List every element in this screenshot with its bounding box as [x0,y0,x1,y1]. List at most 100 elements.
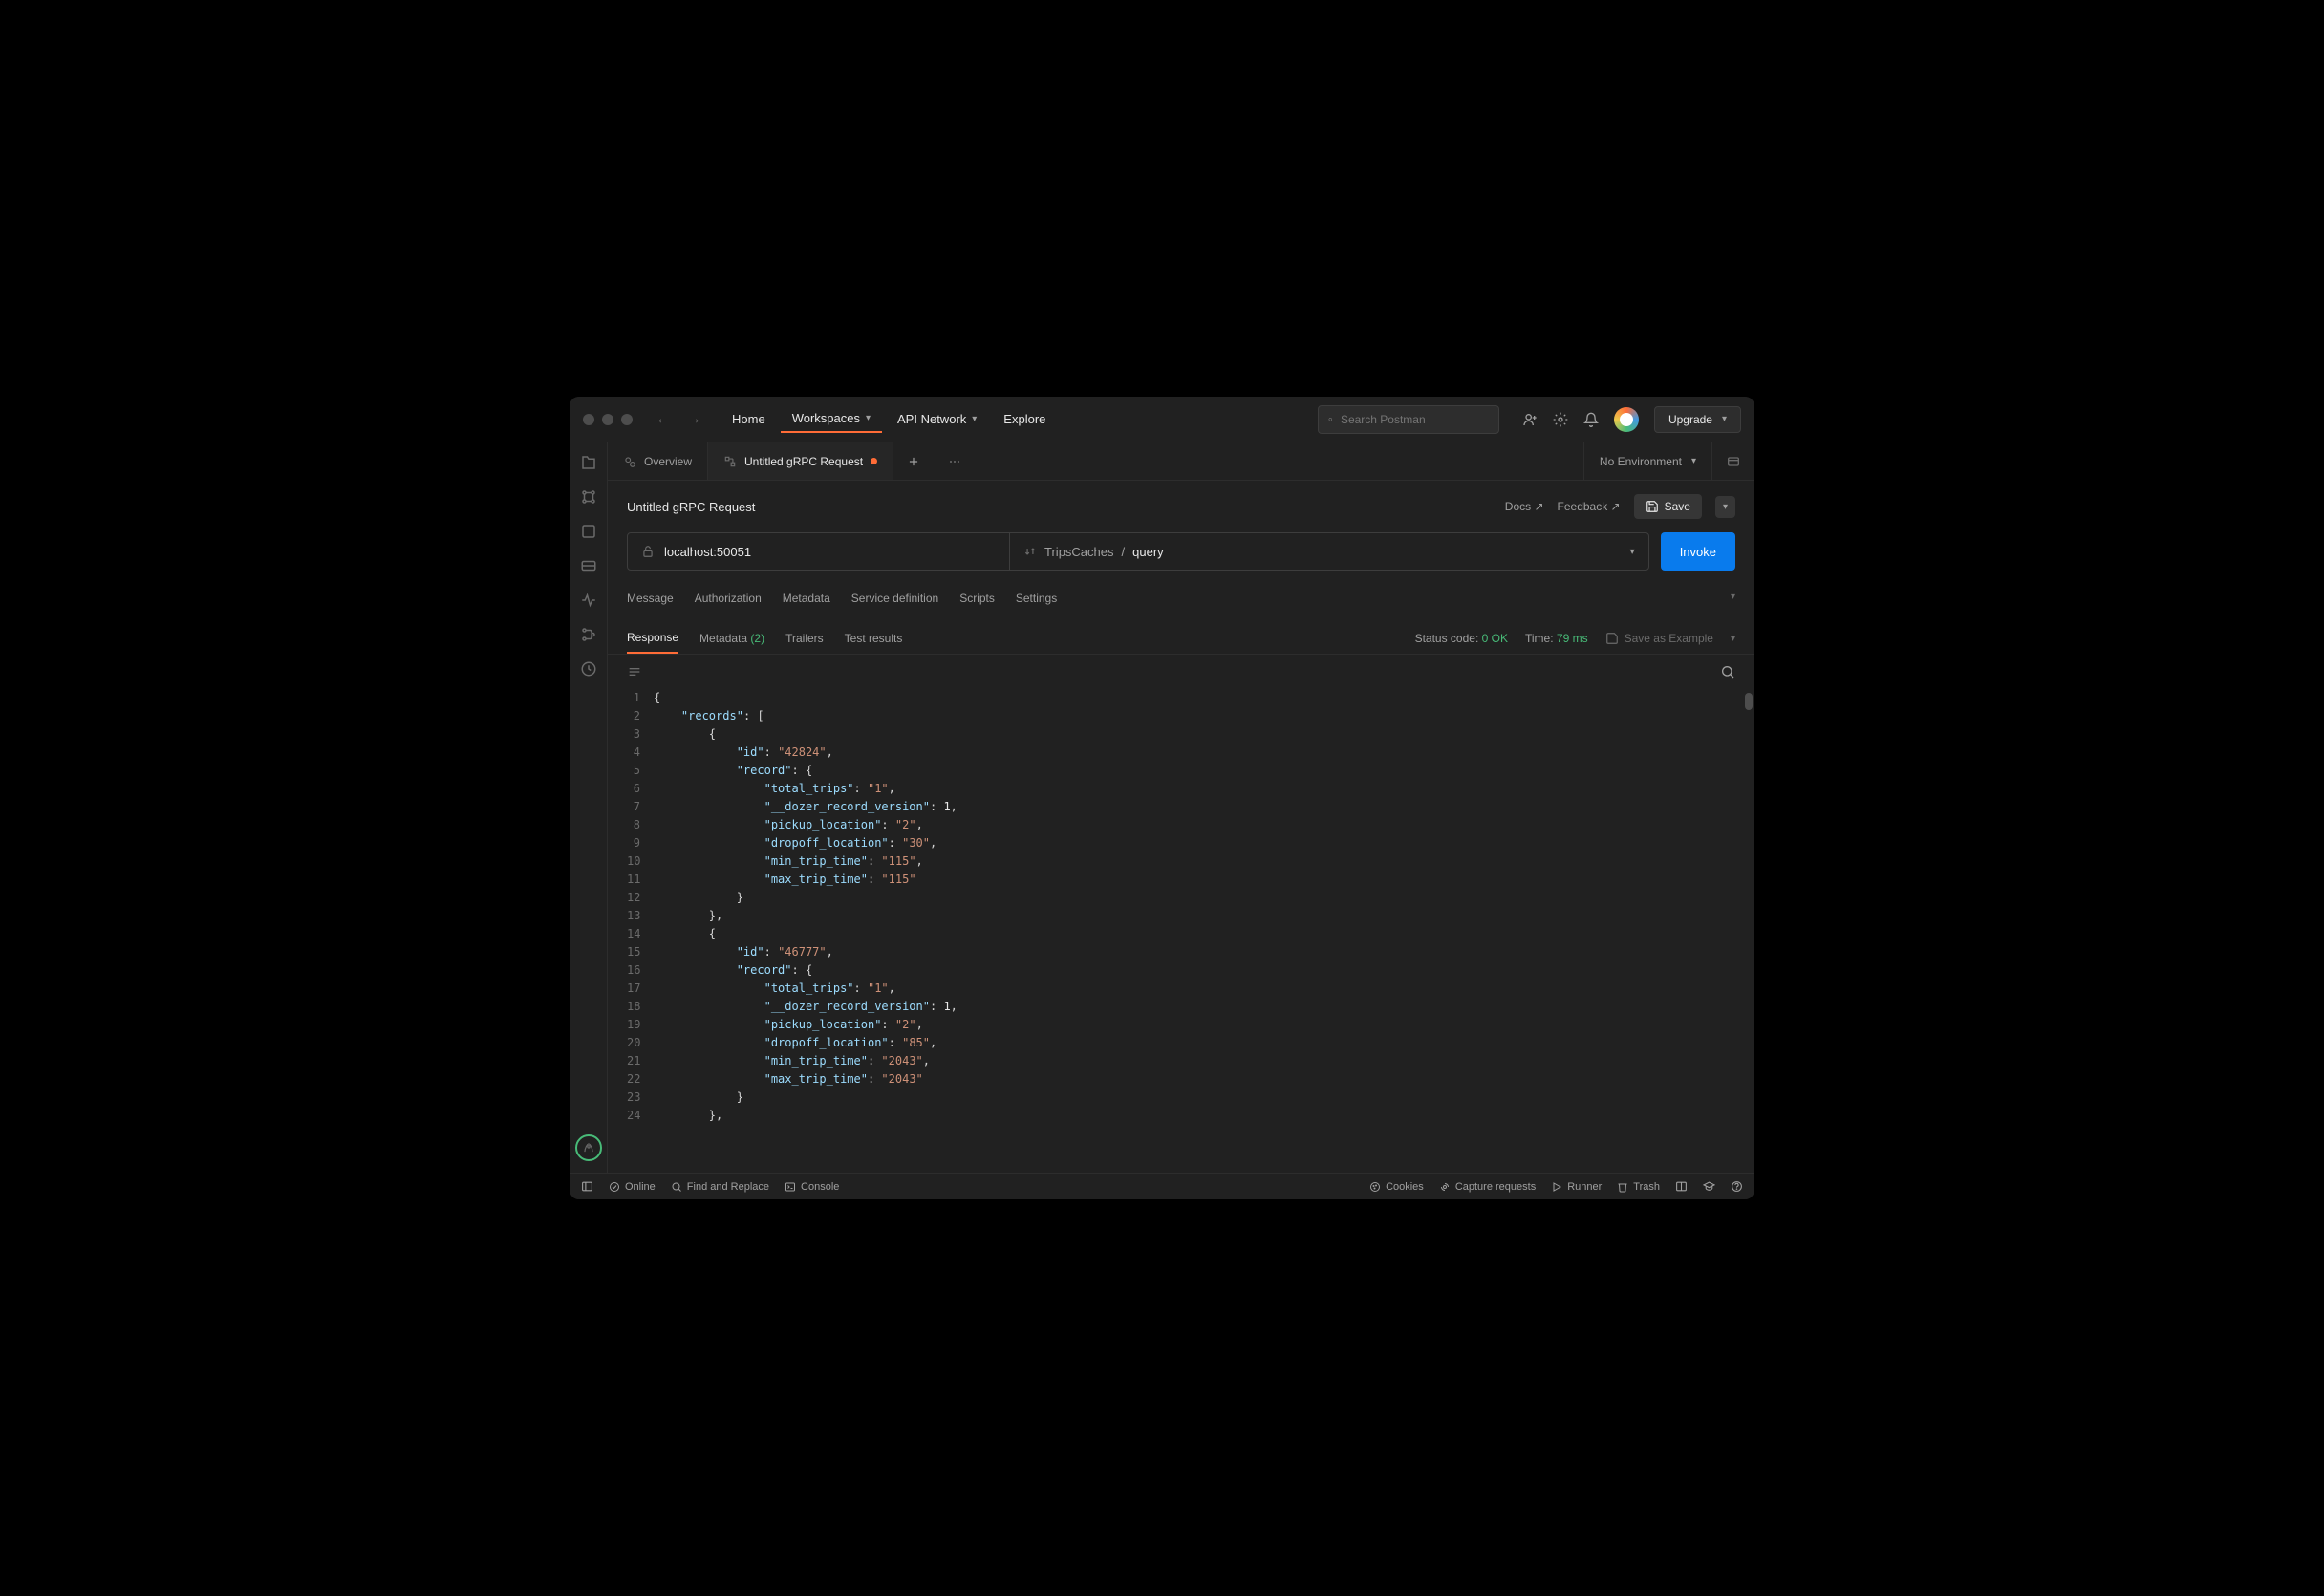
tab-settings[interactable]: Settings [1016,582,1057,615]
response-body[interactable]: 1{2 "records": [3 {4 "id": "42824",5 "re… [608,689,1754,1173]
tab-response-metadata[interactable]: Metadata (2) [699,624,764,653]
method-name: query [1132,545,1164,559]
settings-icon[interactable] [1553,412,1568,427]
code-line: 8 "pickup_location": "2", [627,816,1735,834]
help-icon[interactable] [1731,1180,1743,1193]
code-line: 5 "record": { [627,762,1735,780]
minimize-window[interactable] [602,414,613,425]
nav-home[interactable]: Home [721,405,777,433]
online-label: Online [625,1181,656,1193]
server-url-input[interactable]: localhost:50051 [628,533,1010,570]
save-label: Save [1665,500,1690,513]
tab-authorization[interactable]: Authorization [695,582,762,615]
method-selector[interactable]: TripsCaches / query ▾ [1010,533,1648,570]
flows-icon[interactable] [580,626,597,643]
wrap-lines-icon[interactable] [627,664,642,679]
cookies-button[interactable]: Cookies [1369,1181,1424,1193]
close-window[interactable] [583,414,594,425]
code-line: 13 }, [627,907,1735,925]
notifications-icon[interactable] [1583,412,1599,427]
runner-button[interactable]: Runner [1551,1181,1602,1193]
trash-button[interactable]: Trash [1617,1181,1660,1193]
code-line: 7 "__dozer_record_version": 1, [627,798,1735,816]
tab-metadata[interactable]: Metadata [783,582,830,615]
tab-trailers[interactable]: Trailers [785,624,824,653]
environment-quicklook[interactable] [1711,442,1754,480]
nav-explore[interactable]: Explore [992,405,1057,433]
monitors-icon[interactable] [580,592,597,609]
tab-overview-label: Overview [644,455,692,468]
tab-scripts[interactable]: Scripts [959,582,995,615]
request-tabs-expand[interactable]: ▾ [1731,582,1735,615]
history-icon[interactable] [580,660,597,678]
sidebar-bottom [575,1134,602,1161]
tab-service-definition[interactable]: Service definition [851,582,938,615]
response-metadata-label: Metadata [699,632,750,645]
code-line: 10 "min_trip_time": "115", [627,852,1735,871]
response-collapse[interactable]: ▾ [1731,634,1735,644]
environments-icon[interactable] [580,523,597,540]
code-line: 3 { [627,725,1735,744]
invoke-button[interactable]: Invoke [1661,532,1735,571]
save-icon [1605,632,1619,645]
bootcamp-icon[interactable] [575,1134,602,1161]
environment-label: No Environment [1600,455,1682,468]
environment-selector[interactable]: No Environment ▾ [1583,442,1711,480]
save-example-label: Save as Example [1625,632,1713,645]
new-tab-button[interactable] [893,442,934,480]
tab-message[interactable]: Message [627,582,674,615]
invite-icon[interactable] [1522,412,1538,427]
tab-more-button[interactable] [934,442,976,480]
avatar[interactable] [1614,407,1639,432]
online-status[interactable]: Online [609,1181,656,1193]
chevron-down-icon: ▾ [1722,414,1727,424]
scrollbar-thumb[interactable] [1745,693,1753,710]
method-separator: / [1122,545,1126,559]
collections-icon[interactable] [580,454,597,471]
apis-icon[interactable] [580,488,597,506]
grpc-icon [723,455,737,468]
nav-workspaces[interactable]: Workspaces ▾ [781,405,882,433]
search-input[interactable] [1341,413,1489,426]
request-tabs: Message Authorization Metadata Service d… [608,582,1754,615]
docs-link[interactable]: Docs ↗ [1505,500,1544,513]
save-options[interactable]: ▾ [1715,496,1735,518]
tab-grpc-request[interactable]: Untitled gRPC Request [708,442,893,480]
upgrade-label: Upgrade [1668,413,1712,426]
search-response-icon[interactable] [1720,664,1735,679]
nav-api-network[interactable]: API Network ▾ [886,405,988,433]
status-code-label: Status code: [1415,632,1479,645]
console-toggle[interactable]: Console [785,1181,839,1193]
two-pane-icon[interactable] [1675,1180,1688,1193]
nav-forward[interactable]: → [686,411,701,428]
urlbar: localhost:50051 TripsCaches / query ▾ [627,532,1649,571]
left-sidebar [570,442,608,1173]
find-replace[interactable]: Find and Replace [671,1181,769,1193]
bootcamp-icon[interactable] [1703,1180,1715,1193]
sidebar-toggle[interactable] [581,1180,593,1193]
nav-back[interactable]: ← [656,411,671,428]
mock-servers-icon[interactable] [580,557,597,574]
tab-test-results[interactable]: Test results [845,624,903,653]
metadata-count: (2) [750,632,764,645]
save-as-example[interactable]: Save as Example [1605,632,1713,645]
save-icon [1646,500,1659,513]
overview-icon [623,455,636,468]
capture-requests[interactable]: Capture requests [1439,1181,1536,1193]
traffic-lights [583,414,633,425]
code-line: 15 "id": "46777", [627,943,1735,961]
statusbar: Online Find and Replace Console Cookies … [570,1173,1754,1199]
feedback-link[interactable]: Feedback ↗ [1558,500,1621,513]
search-box[interactable] [1318,405,1499,434]
code-line: 2 "records": [ [627,707,1735,725]
unary-icon [1023,545,1037,558]
save-button[interactable]: Save [1634,494,1702,519]
tab-response[interactable]: Response [627,623,678,654]
upgrade-button[interactable]: Upgrade ▾ [1654,406,1741,433]
maximize-window[interactable] [621,414,633,425]
code-line: 1{ [627,689,1735,707]
code-line: 18 "__dozer_record_version": 1, [627,998,1735,1016]
code-line: 21 "min_trip_time": "2043", [627,1052,1735,1070]
chevron-down-icon: ▾ [866,413,871,423]
tab-overview[interactable]: Overview [608,442,708,480]
